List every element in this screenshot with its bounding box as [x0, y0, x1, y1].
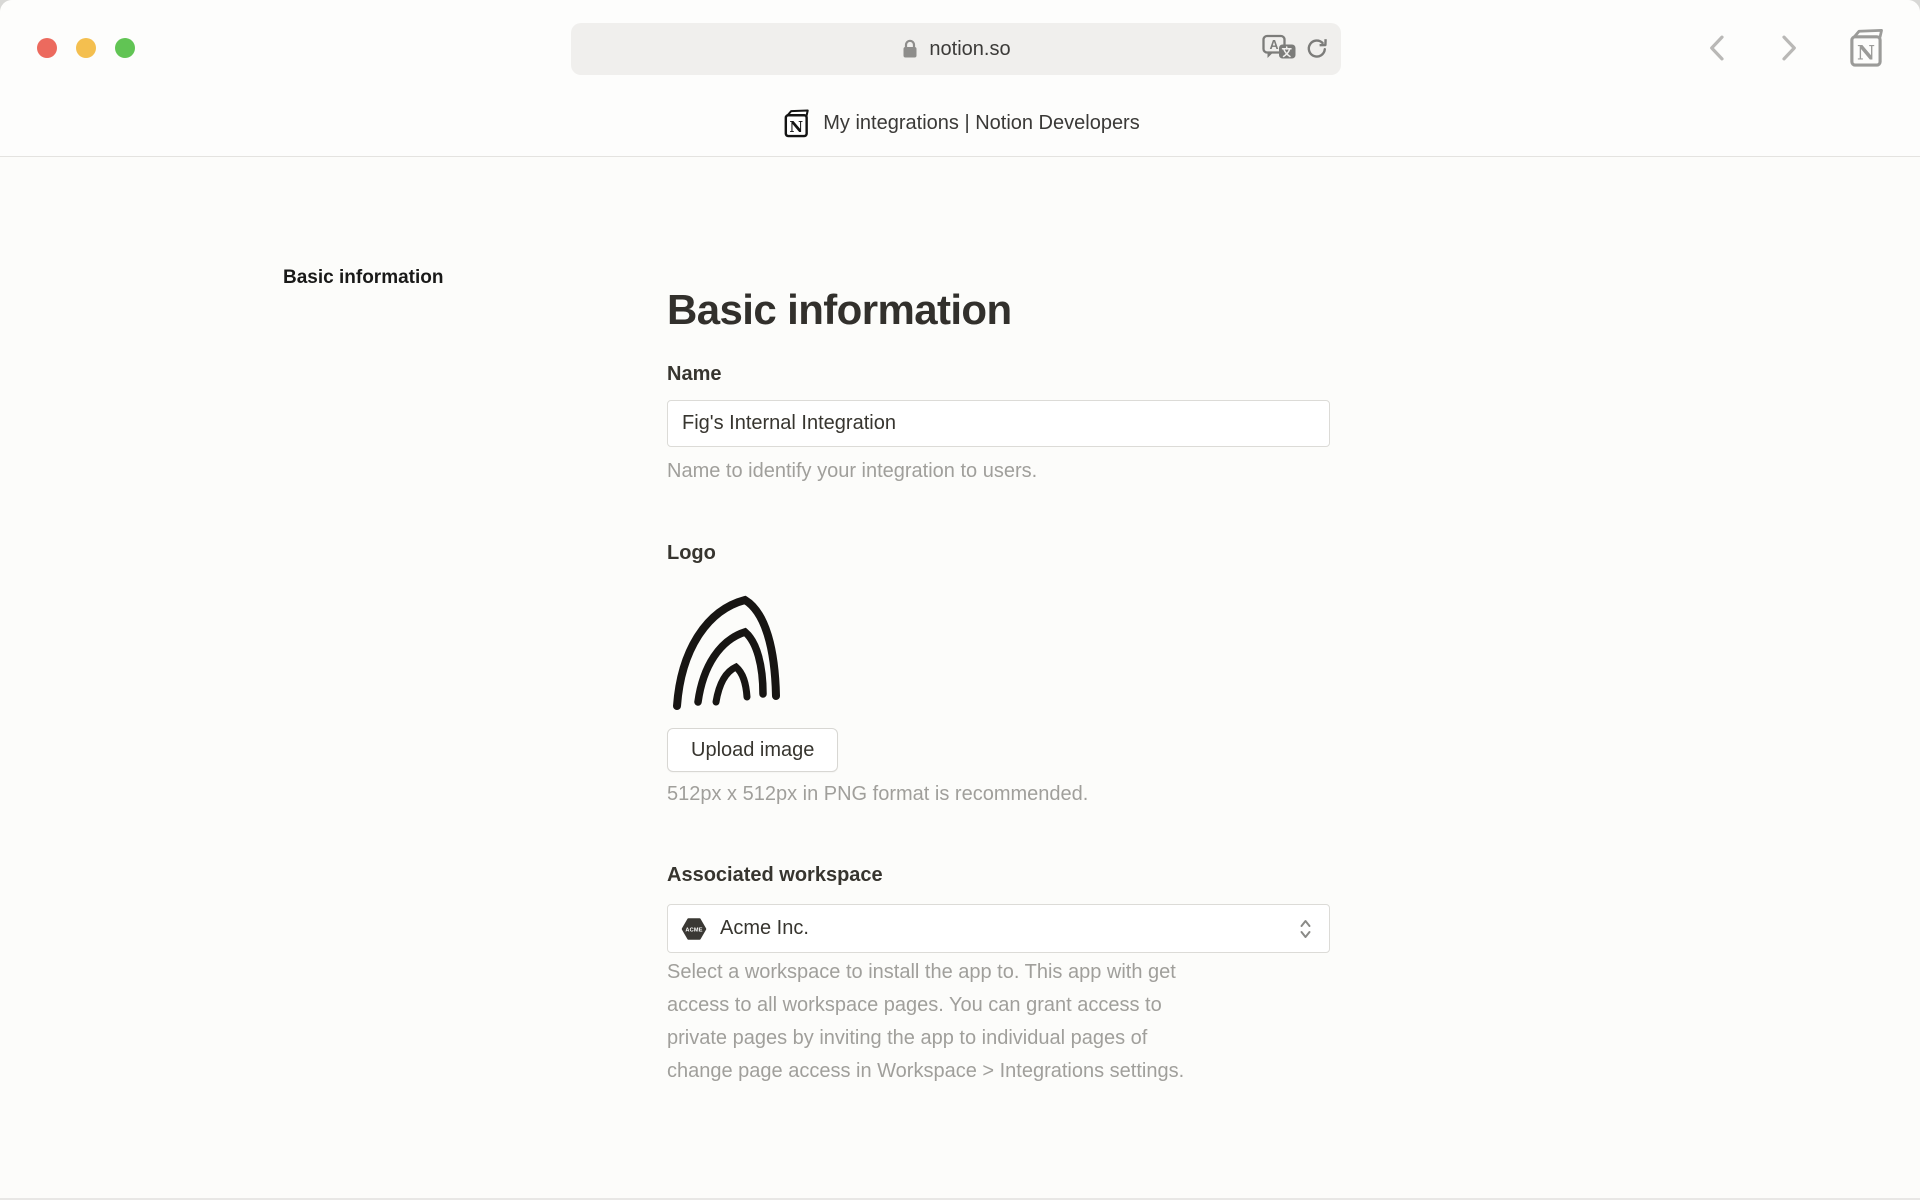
minimize-window-button[interactable] [76, 38, 96, 58]
browser-toolbar: notion.so A [0, 0, 1920, 157]
sidebar-item-basic-information[interactable]: Basic information [283, 267, 443, 289]
svg-text:A: A [1269, 38, 1278, 52]
translate-icon[interactable]: A [1262, 23, 1297, 75]
browser-window: notion.so A [0, 0, 1920, 1200]
logo-label: Logo [667, 542, 716, 565]
svg-text:N: N [790, 118, 804, 136]
name-input[interactable] [667, 400, 1330, 447]
workspace-badge-icon: ACME [681, 917, 707, 941]
select-updown-chevron-icon [1298, 916, 1313, 942]
traffic-lights [37, 38, 135, 58]
workspace-select[interactable]: ACME Acme Inc. [667, 904, 1330, 953]
notion-favicon-icon: N [780, 108, 811, 139]
active-tab[interactable]: N My integrations | Notion Developers [0, 92, 1920, 155]
forward-chevron-icon[interactable] [1772, 32, 1804, 64]
tab-title: My integrations | Notion Developers [823, 112, 1139, 135]
name-label: Name [667, 363, 721, 386]
close-window-button[interactable] [37, 38, 57, 58]
upload-image-button[interactable]: Upload image [667, 728, 838, 772]
logo-help-text: 512px x 512px in PNG format is recommend… [667, 778, 1088, 811]
zoom-window-button[interactable] [115, 38, 135, 58]
name-help-text: Name to identify your integration to use… [667, 455, 1037, 488]
address-bar[interactable]: notion.so A [571, 23, 1341, 75]
svg-text:ACME: ACME [685, 927, 702, 933]
notion-cube-icon[interactable]: N [1844, 27, 1886, 69]
reload-icon[interactable] [1303, 23, 1331, 75]
integration-logo-image [665, 584, 805, 719]
page-title: Basic information [667, 286, 1012, 334]
associated-workspace-label: Associated workspace [667, 864, 883, 887]
lock-icon[interactable] [901, 38, 919, 60]
svg-text:N: N [1857, 41, 1875, 64]
url-text: notion.so [929, 38, 1010, 61]
back-chevron-icon[interactable] [1702, 32, 1734, 64]
workspace-help-text: Select a workspace to install the app to… [667, 956, 1347, 1088]
workspace-selected-value: Acme Inc. [720, 917, 809, 940]
